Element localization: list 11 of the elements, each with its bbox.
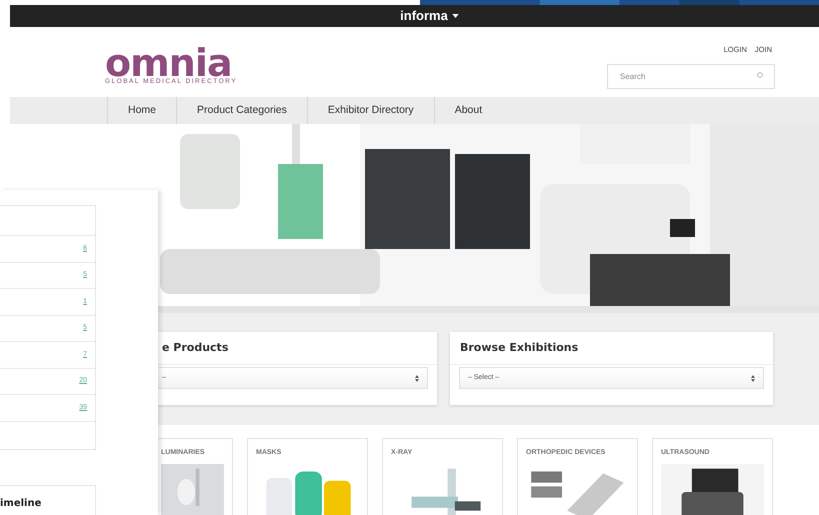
updown-icon bbox=[751, 374, 755, 382]
card-title: Browse Exhibitions bbox=[460, 340, 578, 356]
timeline-title: imeline bbox=[0, 497, 42, 511]
brand-menu[interactable]: informa bbox=[400, 6, 459, 26]
updown-icon bbox=[415, 374, 419, 382]
search-icon[interactable] bbox=[757, 72, 763, 78]
caret-icon bbox=[452, 14, 459, 18]
nav-item[interactable]: About bbox=[434, 97, 502, 124]
logo-wordmark: omnia bbox=[105, 49, 232, 77]
search-field[interactable]: Search bbox=[607, 64, 775, 90]
card-title: e Products bbox=[162, 340, 228, 356]
